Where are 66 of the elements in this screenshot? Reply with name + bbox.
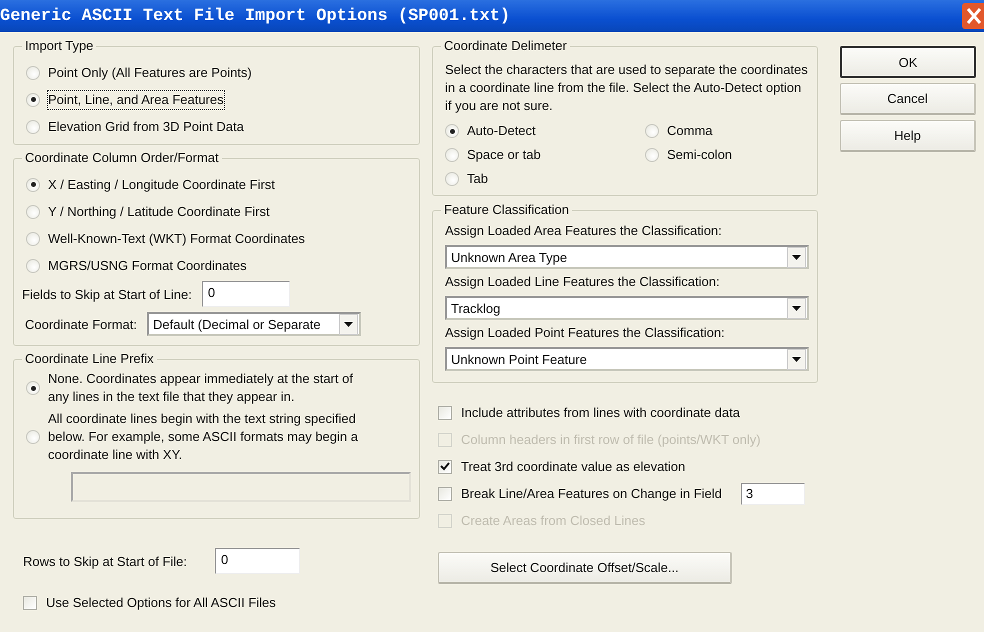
radio-button[interactable] [26, 204, 40, 218]
checkbox[interactable] [438, 460, 452, 474]
close-icon[interactable] [962, 3, 984, 29]
radio-button[interactable] [26, 120, 40, 134]
dropdown[interactable]: Unknown Point Feature [445, 347, 809, 371]
group-title: Coordinate Column Order/Format [22, 150, 222, 165]
radio-label[interactable]: Elevation Grid from 3D Point Data [48, 118, 244, 136]
radio-button[interactable] [26, 232, 40, 246]
dropdown-arrow-icon [792, 254, 801, 260]
radio-label[interactable]: Auto-Detect [467, 122, 536, 140]
group-title: Import Type [22, 38, 96, 53]
radio-label[interactable]: Point, Line, and Area Features [48, 90, 224, 108]
radio-button[interactable] [445, 124, 459, 138]
field-label: Coordinate Format: [25, 316, 137, 332]
dropdown[interactable]: Default (Decimal or Separate [147, 312, 361, 336]
checkbox-label[interactable]: Break Line/Area Features on Change in Field [461, 486, 722, 501]
checkbox-label[interactable]: Treat 3rd coordinate value as elevation [461, 459, 686, 474]
radio-button[interactable] [26, 258, 40, 272]
field-label: Rows to Skip at Start of File: [23, 554, 188, 568]
text-input[interactable]: 0 [215, 548, 300, 574]
radio-button[interactable] [26, 381, 40, 395]
group-title: Feature Classification [441, 202, 572, 217]
dropdown[interactable]: Tracklog [445, 296, 809, 320]
radio-label[interactable]: X / Easting / Longitude Coordinate First [48, 176, 275, 194]
dropdown[interactable]: Unknown Area Type [445, 245, 809, 269]
radio-button[interactable] [26, 430, 40, 444]
radio-label[interactable]: Comma [667, 122, 713, 140]
window-title: Generic ASCII Text File Import Options (SP001.txt) [0, 6, 512, 26]
group-title: Coordinate Delimeter [441, 38, 570, 53]
dialog-button[interactable]: Help [840, 120, 976, 152]
radio-label[interactable]: Tab [467, 170, 488, 188]
radio-button[interactable] [26, 66, 40, 80]
radio-label[interactable]: Space or tab [467, 146, 541, 164]
field-label: Assign Loaded Area Features the Classification: [445, 223, 723, 238]
radio-label[interactable]: Semi-colon [667, 146, 732, 164]
group-title: Coordinate Line Prefix [22, 351, 157, 366]
field-label: Assign Loaded Point Features the Classification: [445, 325, 726, 340]
radio-label[interactable]: None. Coordinates appear immediately at the start of any lines in the text file that they appear in. [48, 370, 371, 406]
field-number-input[interactable]: 3 [740, 482, 805, 504]
text-input[interactable]: 0 [202, 281, 290, 307]
checkbox[interactable] [23, 596, 37, 610]
field-label: Assign Loaded Line Features the Classification: [445, 274, 721, 289]
dropdown-arrow-icon [792, 306, 801, 310]
field-label: Fields to Skip at Start of Line: [22, 286, 192, 302]
description-text: Select the characters that are used to separate the coordinates in a coordinate line from the file. Select the Auto-Detect option if you are not sure. [445, 62, 808, 113]
radio-label[interactable]: Y / Northing / Latitude Coordinate First [48, 202, 270, 220]
radio-button[interactable] [445, 148, 459, 162]
radio-label[interactable]: All coordinate lines begin with the text string specified below. For example, some ASCII formats may begin a coordinate line with XY. [48, 410, 371, 464]
checkbox[interactable] [438, 406, 452, 420]
dropdown-arrow-icon [792, 356, 801, 362]
radio-button[interactable] [445, 172, 459, 186]
radio-label[interactable]: Point Only (All Features are Points) [48, 64, 252, 82]
radio-button[interactable] [645, 124, 659, 138]
offset-scale-button[interactable]: Select Coordinate Offset/Scale... [438, 552, 732, 584]
checkbox-label[interactable]: Include attributes from lines with coordinate data [461, 405, 740, 420]
dialog-button[interactable]: OK [840, 46, 976, 78]
checkbox[interactable] [438, 486, 452, 500]
dialog-button[interactable]: Cancel [840, 83, 976, 115]
radio-button[interactable] [26, 178, 40, 192]
checkbox-label[interactable]: Use Selected Options for All ASCII Files [46, 595, 276, 610]
radio-button[interactable] [26, 92, 40, 106]
radio-label[interactable]: MGRS/USNG Format Coordinates [48, 256, 247, 274]
radio-label[interactable]: Well-Known-Text (WKT) Format Coordinates [48, 230, 305, 248]
radio-button[interactable] [645, 148, 659, 162]
dropdown-arrow-icon [344, 322, 353, 326]
prefix-input[interactable] [71, 472, 411, 502]
